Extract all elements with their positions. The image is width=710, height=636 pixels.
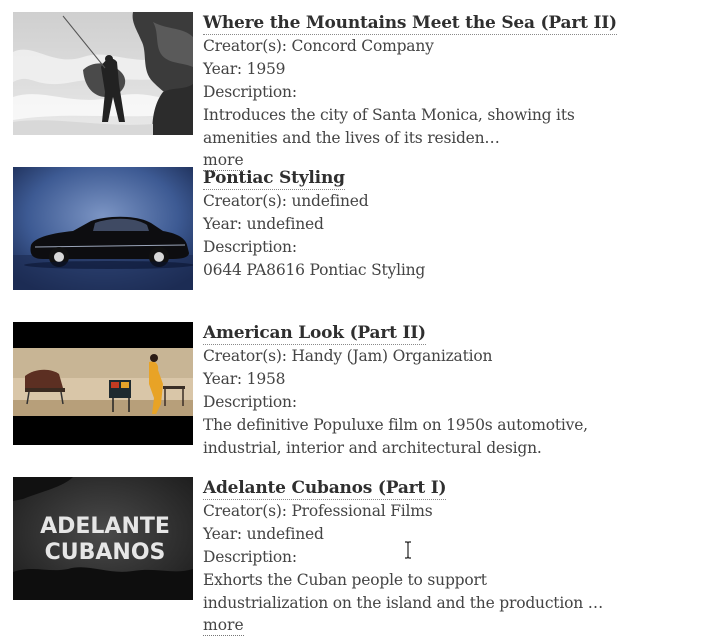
- thumbnail-image: [13, 322, 193, 445]
- creators-line: Creator(s): Professional Films: [203, 500, 710, 523]
- video-thumbnail[interactable]: ADELANTE CUBANOS: [13, 477, 193, 600]
- thumbnail-image: ADELANTE CUBANOS: [13, 477, 193, 600]
- creators-value: Concord Company: [291, 37, 434, 55]
- item-details: Pontiac Styling Creator(s): undefined Ye…: [203, 167, 710, 282]
- year-line: Year: 1959: [203, 58, 710, 81]
- description: Description: The definitive Populuxe fil…: [203, 391, 708, 460]
- creators-line: Creator(s): Concord Company: [203, 35, 710, 58]
- year-value: undefined: [246, 525, 324, 543]
- thumbnail-text: CUBANOS: [45, 540, 166, 565]
- results-list: Where the Mountains Meet the Sea (Part I…: [0, 0, 710, 636]
- creators-label: Creator(s):: [203, 37, 292, 55]
- year-value: 1959: [246, 60, 286, 78]
- year-value: undefined: [246, 215, 324, 233]
- thumbnail-image: [13, 167, 193, 290]
- video-thumbnail[interactable]: [13, 322, 193, 445]
- year-label: Year:: [203, 525, 247, 543]
- year-label: Year:: [203, 370, 247, 388]
- video-thumbnail[interactable]: [13, 12, 193, 135]
- description-label: Description:: [203, 238, 297, 256]
- creators-value: undefined: [291, 192, 369, 210]
- description-label: Description:: [203, 83, 297, 101]
- thumbnail-text: ADELANTE: [40, 514, 170, 539]
- year-line: Year: 1958: [203, 368, 710, 391]
- year-label: Year:: [203, 215, 247, 233]
- thumbnail-image: [13, 12, 193, 135]
- more-link[interactable]: more: [203, 615, 244, 636]
- description-text: The definitive Populuxe film on 1950s au…: [203, 416, 588, 434]
- creators-value: Handy (Jam) Organization: [291, 347, 493, 365]
- description-label: Description:: [203, 548, 297, 566]
- text-cursor-icon: [405, 541, 411, 559]
- creators-value: Professional Films: [291, 502, 433, 520]
- item-title-link[interactable]: American Look (Part II): [203, 322, 426, 345]
- item-title-link[interactable]: Where the Mountains Meet the Sea (Part I…: [203, 12, 617, 35]
- item-title-link[interactable]: Pontiac Styling: [203, 167, 345, 190]
- item-details: Adelante Cubanos (Part I) Creator(s): Pr…: [203, 477, 710, 636]
- description: Description: Introduces the city of Sant…: [203, 81, 708, 150]
- year-value: 1958: [246, 370, 286, 388]
- video-thumbnail[interactable]: [13, 167, 193, 290]
- year-label: Year:: [203, 60, 247, 78]
- creators-line: Creator(s): undefined: [203, 190, 710, 213]
- year-line: Year: undefined: [203, 213, 710, 236]
- item-details: Where the Mountains Meet the Sea (Part I…: [203, 12, 710, 171]
- description-text: Introduces the city of Santa Monica, sho…: [203, 106, 575, 124]
- description-label: Description:: [203, 393, 297, 411]
- creators-line: Creator(s): Handy (Jam) Organization: [203, 345, 710, 368]
- description-text: industrial, interior and architectural d…: [203, 439, 542, 457]
- description-text: Exhorts the Cuban people to support: [203, 571, 487, 589]
- description-text: 0644 PA8616 Pontiac Styling: [203, 261, 426, 279]
- description: Description: 0644 PA8616 Pontiac Styling: [203, 236, 708, 282]
- item-details: American Look (Part II) Creator(s): Hand…: [203, 322, 710, 460]
- creators-label: Creator(s):: [203, 347, 292, 365]
- description-text: amenities and the lives of its residen…: [203, 129, 500, 147]
- description: Description: Exhorts the Cuban people to…: [203, 546, 708, 615]
- creators-label: Creator(s):: [203, 502, 292, 520]
- year-line: Year: undefined: [203, 523, 710, 546]
- item-title-link[interactable]: Adelante Cubanos (Part I): [203, 477, 447, 500]
- creators-label: Creator(s):: [203, 192, 292, 210]
- description-text: industrialization on the island and the …: [203, 594, 604, 612]
